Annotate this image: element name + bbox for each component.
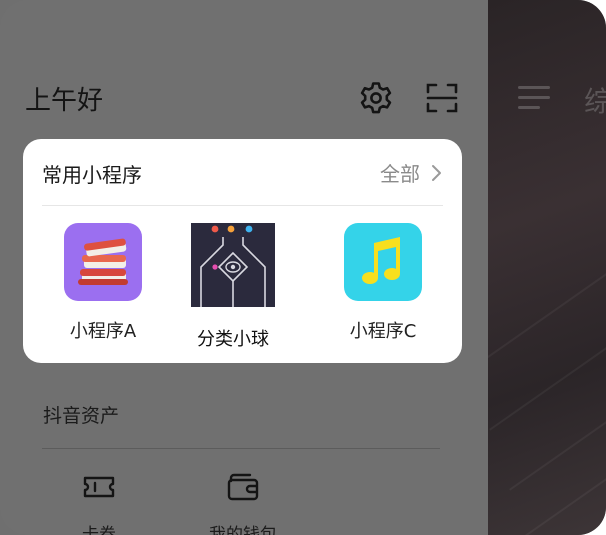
backdrop-tab-text[interactable]: 综 xyxy=(584,80,606,120)
app-screen: 综 上午好 常用小程序 全部 小程序A 分类小球 小程序C 抖音资产 卡券 我的… xyxy=(0,0,606,535)
mini-program-ball-sort[interactable]: 分类小球 xyxy=(173,223,293,351)
books-icon xyxy=(64,223,142,301)
mini-program-c[interactable]: 小程序C xyxy=(323,223,443,343)
app-label: 小程序C xyxy=(349,321,417,342)
menu-icon[interactable] xyxy=(518,86,550,110)
asset-label: 卡券 xyxy=(82,525,116,535)
divider xyxy=(42,448,440,449)
greeting-title: 上午好 xyxy=(25,86,104,116)
app-label: 分类小球 xyxy=(197,329,269,350)
scan-icon[interactable] xyxy=(424,80,460,116)
mini-programs-title: 常用小程序 xyxy=(42,163,142,187)
mini-programs-card: 常用小程序 全部 小程序A 分类小球 小程序C xyxy=(23,139,462,363)
ball-game-icon xyxy=(191,223,275,307)
view-all-button[interactable]: 全部 xyxy=(380,158,442,187)
side-drawer: 上午好 常用小程序 全部 小程序A 分类小球 小程序C 抖音资产 卡券 我的钱包 xyxy=(0,0,488,535)
mini-program-a[interactable]: 小程序A xyxy=(43,223,163,343)
divider xyxy=(42,205,443,206)
music-note-icon xyxy=(344,223,422,301)
gear-icon[interactable] xyxy=(358,80,394,116)
wallet-icon xyxy=(226,472,260,502)
view-all-label: 全部 xyxy=(380,162,420,186)
asset-label: 我的钱包 xyxy=(209,525,277,535)
chevron-right-icon xyxy=(432,164,441,181)
app-label: 小程序A xyxy=(69,321,137,342)
coupon-entry[interactable]: 卡券 xyxy=(54,472,144,535)
video-backdrop[interactable]: 综 xyxy=(488,0,606,535)
wallet-entry[interactable]: 我的钱包 xyxy=(198,472,288,535)
assets-section-title: 抖音资产 xyxy=(43,405,120,427)
ticket-icon xyxy=(82,472,116,502)
